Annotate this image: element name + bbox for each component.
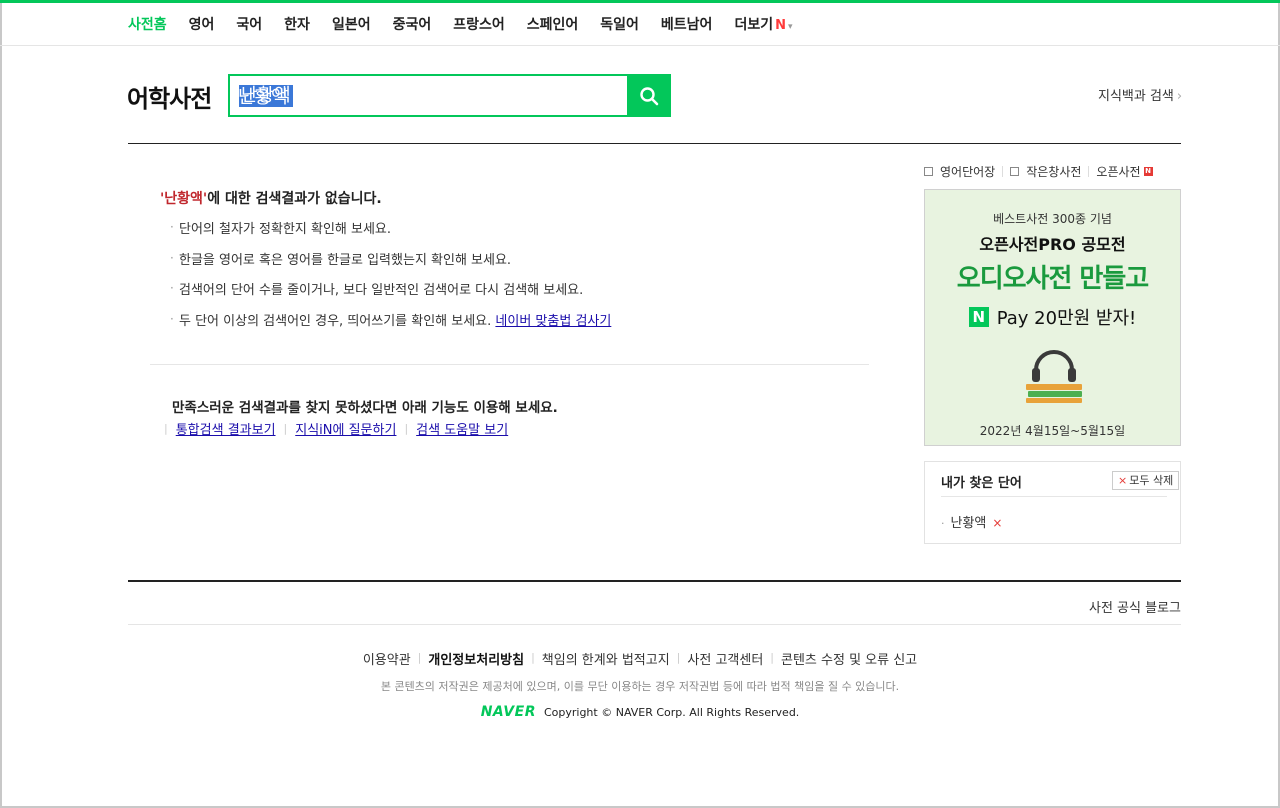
- new-badge: N: [775, 18, 786, 33]
- close-icon: ×: [1118, 474, 1128, 487]
- search-tips: 단어의 철자가 정확한지 확인해 보세요. 한글을 영어로 혹은 영어를 한글로…: [170, 217, 611, 343]
- open-dictionary-tool[interactable]: 오픈사전 N: [1096, 163, 1153, 180]
- banner-subtitle: 베스트사전 300종 기념: [993, 212, 1112, 226]
- more-features-links: | 통합검색 결과보기 | 지식iN에 질문하기 | 검색 도움말 보기: [164, 419, 516, 438]
- recent-word-link[interactable]: 난황액: [951, 516, 987, 531]
- nav-item-more[interactable]: 더보기 N ▾: [734, 14, 792, 34]
- naver-logo[interactable]: NAVER: [481, 704, 536, 720]
- divider: [1088, 166, 1090, 177]
- divider: |: [531, 651, 535, 664]
- search-box: 난황액: [228, 74, 628, 117]
- knowledge-link-label: 지식백과 검색: [1098, 89, 1174, 104]
- search-help-link[interactable]: 검색 도움말 보기: [416, 419, 508, 438]
- chevron-down-icon: ▾: [787, 22, 793, 32]
- tip-item: 두 단어 이상의 검색어인 경우, 띄어쓰기를 확인해 보세요. 네이버 맞춤법…: [170, 309, 611, 343]
- recent-words-panel: 내가 찾은 단어 × 모두 삭제 · 난황액 ×: [924, 461, 1181, 544]
- window-icon: [1010, 167, 1020, 176]
- nav-item-hanja[interactable]: 한자: [284, 14, 310, 34]
- banner-title: 오픈사전PRO 공모전: [979, 235, 1126, 254]
- chevron-right-icon: ›: [1176, 89, 1183, 104]
- bullet-icon: ·: [941, 517, 945, 530]
- divider: |: [164, 422, 168, 435]
- npay-icon: N: [968, 307, 989, 327]
- kin-question-link[interactable]: 지식iN에 질문하기: [295, 419, 396, 438]
- nav-item-german[interactable]: 독일어: [600, 14, 639, 34]
- headphones-books-icon: [1026, 350, 1082, 403]
- search-input[interactable]: [238, 82, 618, 110]
- header-divider: [128, 143, 1181, 144]
- nav-item-french[interactable]: 프랑스어: [453, 14, 505, 34]
- banner-reward: N Pay 20만원 받자!: [925, 304, 1180, 330]
- banner-reward-text: Pay 20만원 받자!: [996, 308, 1137, 329]
- recent-words-title: 내가 찾은 단어: [941, 476, 1022, 491]
- section-divider: [150, 364, 869, 365]
- footer-divider-light: [128, 624, 1181, 625]
- delete-word-icon[interactable]: ×: [992, 516, 1002, 530]
- nav-item-korean[interactable]: 국어: [236, 14, 262, 34]
- footer-divider: [128, 580, 1181, 582]
- copyright: NAVER Copyright © NAVER Corp. All Rights…: [0, 704, 1280, 720]
- wordbook-tool[interactable]: 영어단어장: [924, 163, 995, 180]
- divider: |: [770, 651, 775, 664]
- privacy-link[interactable]: 개인정보처리방침: [428, 649, 524, 668]
- copyright-text: Copyright © NAVER Corp. All Rights Reser…: [543, 705, 800, 719]
- panel-divider: [941, 496, 1167, 497]
- nav-item-vietnamese[interactable]: 베트남어: [661, 14, 713, 34]
- spell-checker-link[interactable]: 네이버 맞춤법 검사기: [495, 314, 611, 329]
- search-keyword: '난황액': [160, 191, 208, 207]
- nav-item-english[interactable]: 영어: [189, 14, 215, 34]
- legal-notice-link[interactable]: 책임의 한계와 법적고지: [542, 649, 670, 668]
- divider: |: [404, 422, 409, 435]
- tip-item: 한글을 영어로 혹은 영어를 한글로 입력했는지 확인해 보세요.: [170, 248, 611, 282]
- wordbook-label: 영어단어장: [940, 165, 996, 179]
- report-error-link[interactable]: 콘텐츠 수정 및 오류 신고: [781, 649, 917, 668]
- no-result-text: 에 대한 검색결과가 없습니다.: [207, 191, 382, 207]
- customer-center-link[interactable]: 사전 고객센터: [687, 649, 763, 668]
- more-features-title: 만족스러운 검색결과를 찾지 못하셨다면 아래 기능도 이용해 보세요.: [172, 400, 558, 416]
- wordbook-icon: [924, 167, 933, 176]
- integrated-search-link[interactable]: 통합검색 결과보기: [176, 419, 276, 438]
- nav-item-chinese[interactable]: 중국어: [393, 14, 432, 34]
- nav-more-label: 더보기: [734, 17, 774, 33]
- nav-item-dict-home[interactable]: 사전홈: [128, 14, 167, 34]
- open-dictionary-label: 오픈사전: [1096, 165, 1141, 179]
- nav-item-spanish[interactable]: 스페인어: [527, 14, 579, 34]
- clear-all-label: 모두 삭제: [1129, 474, 1174, 487]
- promo-banner[interactable]: 베스트사전 300종 기념 오픈사전PRO 공모전 오디오사전 만들고 N Pay…: [924, 189, 1181, 446]
- search-icon: [640, 86, 659, 105]
- terms-link[interactable]: 이용약관: [363, 649, 411, 668]
- banner-date: 2022년 4월15일~5월15일: [979, 424, 1126, 438]
- recent-word-item: · 난황액 ×: [941, 512, 1002, 531]
- banner-headline: 오디오사전 만들고: [956, 264, 1149, 294]
- tip-item: 검색어의 단어 수를 줄이거나, 보다 일반적인 검색어로 다시 검색해 보세요…: [170, 278, 611, 312]
- tip-item: 단어의 철자가 정확한지 확인해 보세요.: [170, 217, 611, 251]
- new-badge: N: [1143, 167, 1153, 176]
- footer-links: 이용약관 | 개인정보처리방침 | 책임의 한계와 법적고지 | 사전 고객센터…: [0, 649, 1280, 668]
- side-tools: 영어단어장 작은창사전 오픈사전 N: [924, 163, 1153, 180]
- nav-item-japanese[interactable]: 일본어: [332, 14, 371, 34]
- search-button[interactable]: [627, 74, 671, 117]
- mini-dictionary-label: 작은창사전: [1026, 165, 1082, 179]
- mini-dictionary-tool[interactable]: 작은창사전: [1010, 163, 1081, 180]
- divider: |: [283, 422, 288, 435]
- clear-all-button[interactable]: × 모두 삭제: [1112, 471, 1180, 490]
- copyright-notice: 본 콘텐츠의 저작권은 제공처에 있으며, 이를 무단 이용하는 경우 저작권법…: [380, 680, 900, 693]
- divider: |: [676, 651, 681, 664]
- dictionary-logo[interactable]: 어학사전: [127, 79, 212, 114]
- no-result-title: '난황액'에 대한 검색결과가 없습니다.: [160, 188, 382, 208]
- tip-text: 두 단어 이상의 검색어인 경우, 띄어쓰기를 확인해 보세요.: [179, 313, 492, 329]
- dictionary-nav: 사전홈 영어 국어 한자 일본어 중국어 프랑스어 스페인어 독일어 베트남어 …: [0, 3, 1280, 46]
- divider: |: [417, 651, 422, 664]
- knowledge-search-link[interactable]: 지식백과 검색 ›: [1098, 85, 1182, 104]
- divider: [1002, 166, 1004, 177]
- official-blog-link[interactable]: 사전 공식 블로그: [1089, 597, 1181, 616]
